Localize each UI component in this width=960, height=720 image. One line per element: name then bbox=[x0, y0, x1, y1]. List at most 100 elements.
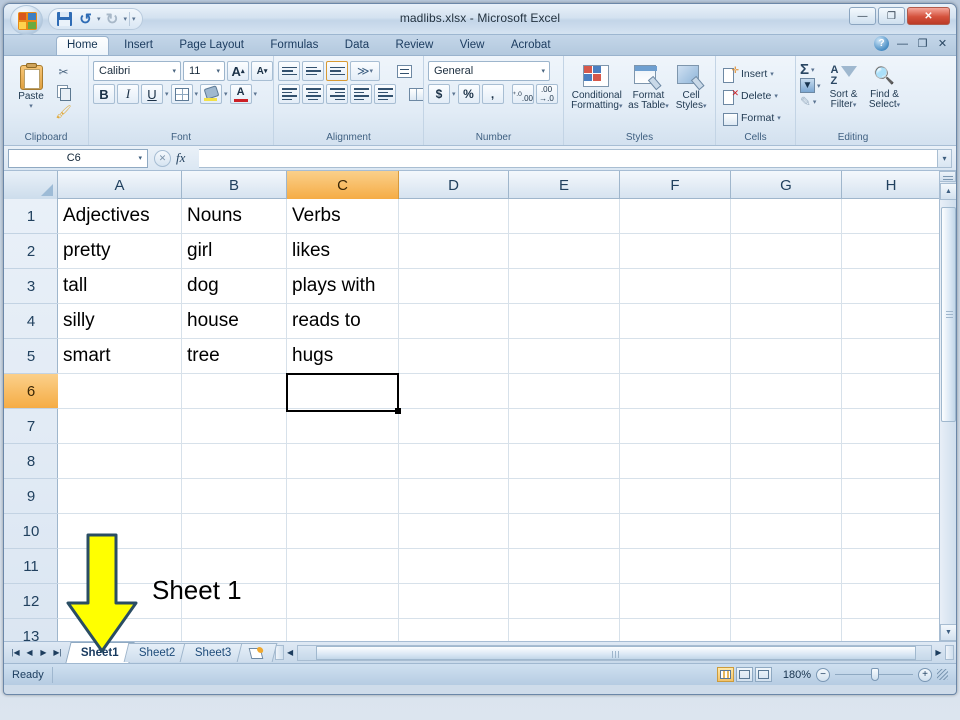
page-break-view-button[interactable] bbox=[755, 667, 772, 682]
align-right-icon[interactable] bbox=[326, 84, 348, 104]
font-name-caret-icon[interactable]: ▾ bbox=[170, 67, 178, 75]
fill-color-caret-icon[interactable]: ▾ bbox=[224, 90, 228, 98]
row-header-3[interactable]: 3 bbox=[4, 269, 58, 304]
cell-b4[interactable]: house bbox=[182, 304, 286, 338]
maximize-button[interactable]: ❐ bbox=[878, 7, 905, 25]
align-left-icon[interactable] bbox=[278, 84, 300, 104]
tab-home[interactable]: Home bbox=[56, 36, 109, 55]
row-header-13[interactable]: 13 bbox=[4, 619, 58, 642]
horizontal-split-handle-right[interactable] bbox=[945, 645, 954, 660]
borders-icon[interactable] bbox=[170, 84, 193, 104]
zoom-level[interactable]: 180% bbox=[777, 669, 811, 681]
middle-align-icon[interactable] bbox=[302, 61, 324, 81]
bottom-align-icon[interactable] bbox=[326, 61, 348, 81]
borders-caret-icon[interactable]: ▾ bbox=[195, 90, 199, 98]
cell-c2[interactable]: likes bbox=[287, 234, 398, 268]
row-header-10[interactable]: 10 bbox=[4, 514, 58, 549]
tab-data[interactable]: Data bbox=[334, 36, 380, 54]
row-header-2[interactable]: 2 bbox=[4, 234, 58, 269]
cell-a3[interactable]: tall bbox=[58, 269, 181, 303]
normal-view-button[interactable] bbox=[717, 667, 734, 682]
currency-icon[interactable]: $ bbox=[428, 84, 450, 104]
format-cells-button[interactable]: Format ▾ bbox=[720, 107, 784, 129]
paste-caret-icon[interactable]: ▾ bbox=[29, 102, 33, 110]
cell-a5[interactable]: smart bbox=[58, 339, 181, 373]
decrease-indent-icon[interactable] bbox=[350, 84, 372, 104]
cell-a4[interactable]: silly bbox=[58, 304, 181, 338]
font-size-combo[interactable]: 11 ▾ bbox=[183, 61, 225, 81]
wrap-text-icon[interactable] bbox=[393, 61, 415, 81]
row-header-11[interactable]: 11 bbox=[4, 549, 58, 584]
increase-indent-icon[interactable] bbox=[374, 84, 396, 104]
underline-icon[interactable]: U bbox=[141, 84, 163, 104]
comma-style-icon[interactable]: , bbox=[481, 84, 504, 104]
resize-grip-icon[interactable] bbox=[937, 669, 948, 680]
column-header-b[interactable]: B bbox=[182, 171, 287, 199]
find-select-button[interactable]: 🔍 Find & Select▾ bbox=[864, 62, 906, 111]
ribbon-restore-button[interactable]: ❐ bbox=[916, 37, 929, 50]
cell-b2[interactable]: girl bbox=[182, 234, 286, 268]
cell-c4[interactable]: reads to bbox=[287, 304, 398, 338]
vertical-scrollbar[interactable]: ▲ ▼ bbox=[939, 171, 956, 641]
scroll-up-icon[interactable]: ▲ bbox=[940, 183, 956, 200]
cell-styles-button[interactable]: Cell Styles▾ bbox=[671, 63, 711, 112]
format-painter-icon[interactable]: 🖌 bbox=[54, 103, 73, 120]
underline-caret-icon[interactable]: ▾ bbox=[165, 90, 169, 98]
delete-cells-button[interactable]: Delete ▾ bbox=[720, 85, 781, 107]
copy-icon[interactable] bbox=[54, 83, 73, 101]
grow-font-icon[interactable]: A ▴ bbox=[227, 61, 249, 81]
fill-button[interactable]: ▼ ▾ bbox=[800, 78, 821, 93]
cancel-formula-icon[interactable]: ✕ bbox=[154, 149, 171, 167]
tab-insert[interactable]: Insert bbox=[113, 36, 164, 54]
font-color-caret-icon[interactable]: ▾ bbox=[254, 90, 258, 98]
cut-icon[interactable]: ✂ bbox=[54, 63, 73, 80]
row-header-12[interactable]: 12 bbox=[4, 584, 58, 619]
fill-color-icon[interactable] bbox=[200, 84, 223, 104]
first-sheet-icon[interactable]: |◀ bbox=[9, 645, 22, 660]
row-header-7[interactable]: 7 bbox=[4, 409, 58, 444]
tab-review[interactable]: Review bbox=[385, 36, 445, 54]
insert-cells-button[interactable]: Insert ▾ bbox=[720, 63, 777, 85]
align-center-icon[interactable] bbox=[302, 84, 324, 104]
ribbon-close-button[interactable]: ✕ bbox=[936, 37, 949, 50]
cell-b3[interactable]: dog bbox=[182, 269, 286, 303]
column-header-f[interactable]: F bbox=[620, 171, 731, 199]
sort-filter-button[interactable]: AZ Sort & Filter▾ bbox=[824, 62, 864, 111]
insert-cells-caret-icon[interactable]: ▾ bbox=[770, 70, 774, 78]
expand-formula-bar-icon[interactable]: ▾ bbox=[938, 148, 952, 168]
shrink-font-icon[interactable]: A ▾ bbox=[251, 61, 273, 81]
insert-worksheet-tab[interactable] bbox=[236, 643, 277, 662]
page-layout-view-button[interactable] bbox=[736, 667, 753, 682]
tab-formulas[interactable]: Formulas bbox=[259, 36, 329, 54]
tab-page-layout[interactable]: Page Layout bbox=[168, 36, 255, 54]
autosum-button[interactable]: Σ ▾ bbox=[800, 62, 821, 77]
help-icon[interactable]: ? bbox=[874, 36, 889, 51]
font-color-icon[interactable]: A bbox=[229, 84, 252, 104]
increase-decimal-icon[interactable]: ⁺ .0.00 bbox=[511, 84, 534, 104]
cell-b1[interactable]: Nouns bbox=[182, 199, 286, 233]
italic-icon[interactable]: I bbox=[117, 84, 139, 104]
fill-caret-icon[interactable]: ▾ bbox=[817, 82, 821, 90]
font-size-caret-icon[interactable]: ▾ bbox=[214, 67, 222, 75]
autosum-caret-icon[interactable]: ▾ bbox=[811, 66, 815, 74]
delete-cells-caret-icon[interactable]: ▾ bbox=[774, 92, 778, 100]
tab-view[interactable]: View bbox=[449, 36, 496, 54]
row-header-6[interactable]: 6 bbox=[4, 374, 58, 409]
clear-caret-icon[interactable]: ▾ bbox=[813, 98, 817, 106]
font-name-combo[interactable]: Calibri ▾ bbox=[93, 61, 181, 81]
minimize-button[interactable]: — bbox=[849, 7, 876, 25]
zoom-slider[interactable] bbox=[835, 668, 913, 681]
column-header-e[interactable]: E bbox=[509, 171, 620, 199]
horizontal-scroll-thumb[interactable] bbox=[315, 645, 916, 660]
cell-c5[interactable]: hugs bbox=[287, 339, 398, 373]
paste-button[interactable]: Paste ▾ bbox=[8, 61, 54, 110]
percent-icon[interactable]: % bbox=[457, 84, 480, 104]
row-header-4[interactable]: 4 bbox=[4, 304, 58, 339]
column-header-g[interactable]: G bbox=[731, 171, 842, 199]
cell-a2[interactable]: pretty bbox=[58, 234, 181, 268]
cell-b5[interactable]: tree bbox=[182, 339, 286, 373]
cell-a1[interactable]: Adjectives bbox=[58, 199, 181, 233]
name-box-caret-icon[interactable]: ▾ bbox=[138, 154, 145, 162]
insert-function-icon[interactable]: fx bbox=[174, 150, 193, 166]
cell-c3[interactable]: plays with bbox=[287, 269, 402, 303]
